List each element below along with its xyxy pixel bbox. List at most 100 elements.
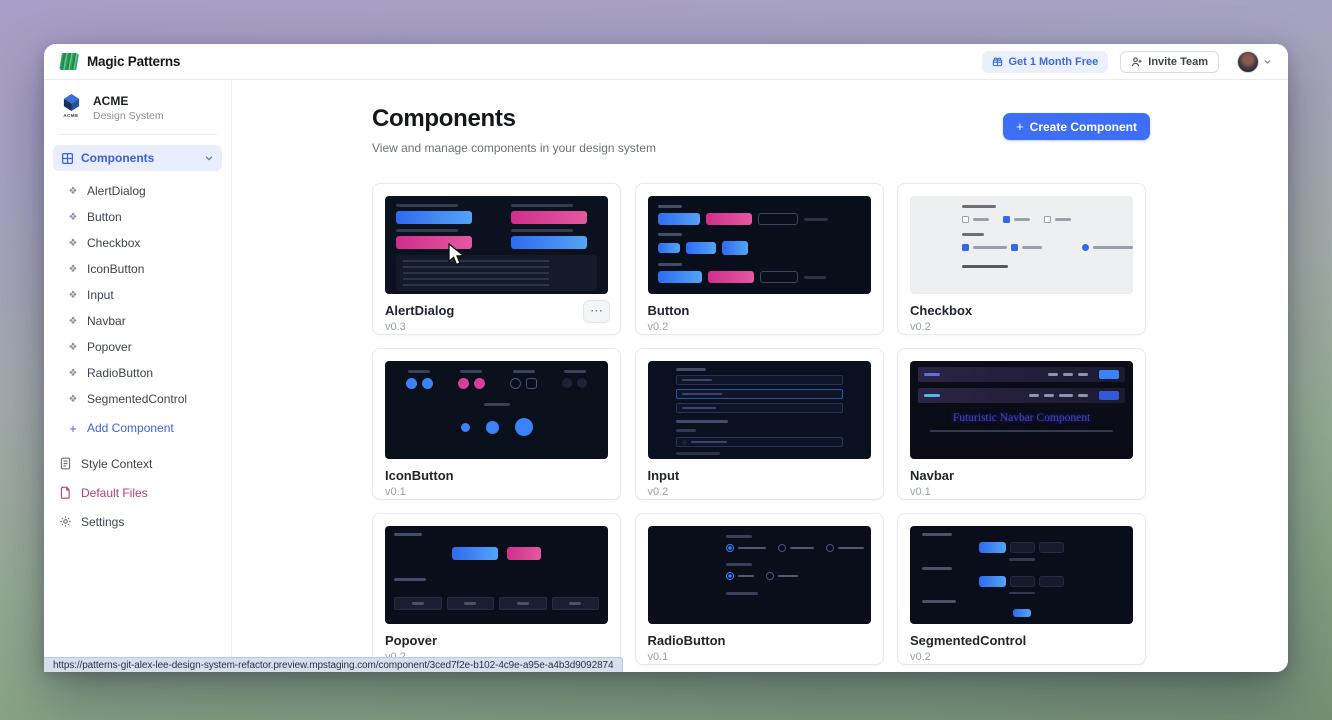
- component-thumbnail[interactable]: [648, 361, 871, 459]
- sidebar-item-segmentedcontrol[interactable]: ❖ SegmentedControl: [44, 386, 231, 412]
- sidebar-item-button[interactable]: ❖Button: [44, 204, 231, 230]
- card-version: v0.2: [910, 321, 1133, 333]
- chevron-down-icon: [1263, 57, 1272, 66]
- component-card-iconbutton[interactable]: IconButton v0.1: [372, 348, 621, 500]
- sidebar-item-alertdialog[interactable]: ❖ AlertDialog: [44, 178, 231, 204]
- page-subtitle: View and manage components in your desig…: [372, 141, 656, 155]
- component-grid: AlertDialog v0.3 ⋯: [372, 183, 1150, 665]
- grid-icon: [61, 152, 74, 165]
- account-menu[interactable]: [1237, 51, 1272, 73]
- component-card-alertdialog[interactable]: AlertDialog v0.3 ⋯: [372, 183, 621, 335]
- sidebar-item-input[interactable]: ❖Input: [44, 282, 231, 308]
- thumbnail-art: [922, 533, 1121, 617]
- card-name: Navbar: [910, 468, 1133, 483]
- sidebar-item-settings[interactable]: Settings: [44, 507, 231, 536]
- brand[interactable]: Magic Patterns: [44, 53, 232, 70]
- create-component-label: Create Component: [1030, 120, 1137, 134]
- invite-team-button[interactable]: Invite Team: [1120, 51, 1219, 73]
- sidebar-item-radiobutton[interactable]: ❖ RadioButton: [44, 360, 231, 386]
- item-label: Checkbox: [87, 236, 140, 250]
- main-panel: Components View and manage components in…: [232, 80, 1288, 672]
- component-icon: ❖: [67, 238, 79, 249]
- tool-label: Default Files: [81, 486, 148, 500]
- component-card-segmentedcontrol[interactable]: SegmentedControl v0.2: [897, 513, 1146, 665]
- sidebar: ACME ACME Design System Components ❖ Aler…: [44, 80, 232, 672]
- component-card-button[interactable]: Button v0.2: [635, 183, 884, 335]
- component-thumbnail[interactable]: [648, 526, 871, 624]
- item-label: RadioButton: [87, 366, 153, 380]
- thumbnail-headline: Futuristic Navbar Component: [918, 412, 1125, 424]
- item-label: Navbar: [87, 314, 126, 328]
- card-name: RadioButton: [648, 633, 871, 648]
- component-card-checkbox[interactable]: Checkbox v0.2: [897, 183, 1146, 335]
- sidebar-item-navbar[interactable]: ❖Navbar: [44, 308, 231, 334]
- chevron-down-icon: [204, 153, 214, 163]
- component-thumbnail[interactable]: [910, 526, 1133, 624]
- thumbnail-art: [393, 370, 600, 436]
- create-component-button[interactable]: + Create Component: [1003, 113, 1150, 140]
- card-menu-button[interactable]: ⋯: [583, 300, 610, 323]
- component-thumbnail[interactable]: [385, 361, 608, 459]
- add-component-button[interactable]: + Add Component: [44, 415, 231, 441]
- card-version: v0.2: [648, 486, 871, 498]
- item-label: Input: [87, 288, 114, 302]
- components-nav-label: Components: [81, 151, 154, 165]
- brand-name: Magic Patterns: [87, 54, 180, 69]
- link-preview-url: https://patterns-git-alex-lee-design-sys…: [53, 660, 613, 671]
- workspace-switcher[interactable]: ACME ACME Design System: [44, 93, 231, 123]
- document-icon: [59, 457, 72, 470]
- promo-label: Get 1 Month Free: [1008, 56, 1098, 68]
- topbar: Magic Patterns Get 1 Month Free Invite T…: [44, 44, 1288, 80]
- sidebar-tools: Style Context Default Files Settings: [44, 449, 231, 536]
- workspace-subtitle: Design System: [93, 110, 164, 122]
- item-label: SegmentedControl: [87, 392, 187, 406]
- thumbnail-art: Futuristic Navbar Component: [918, 367, 1125, 432]
- plus-icon: +: [1016, 119, 1024, 134]
- component-icon: ❖: [67, 186, 79, 197]
- avatar: [1237, 51, 1259, 73]
- component-thumbnail[interactable]: [910, 196, 1133, 294]
- card-version: v0.2: [648, 321, 871, 333]
- component-icon: ❖: [67, 394, 79, 405]
- sidebar-item-default-files[interactable]: Default Files: [44, 478, 231, 507]
- thumbnail-code-block: [396, 255, 597, 291]
- add-component-label: Add Component: [87, 421, 174, 435]
- sidebar-item-iconbutton[interactable]: ❖IconButton: [44, 256, 231, 282]
- card-version: v0.3: [385, 321, 608, 333]
- thumbnail-art: [962, 205, 1133, 268]
- component-card-popover[interactable]: Popover v0.2: [372, 513, 621, 665]
- component-thumbnail[interactable]: [648, 196, 871, 294]
- item-label: Button: [87, 210, 122, 224]
- thumbnail-art: [396, 204, 597, 249]
- sidebar-item-popover[interactable]: ❖Popover: [44, 334, 231, 360]
- file-icon: [59, 486, 72, 499]
- component-card-radiobutton[interactable]: RadioButton v0.1: [635, 513, 884, 665]
- sidebar-item-components[interactable]: Components: [53, 145, 222, 171]
- link-preview-statusbar: https://patterns-git-alex-lee-design-sys…: [44, 657, 623, 672]
- thumbnail-art: [676, 368, 843, 455]
- sidebar-item-checkbox[interactable]: ❖ Checkbox: [44, 230, 231, 256]
- tool-label: Style Context: [81, 457, 152, 471]
- tool-label: Settings: [81, 515, 124, 529]
- component-card-navbar[interactable]: Futuristic Navbar Component Navbar v0.1: [897, 348, 1146, 500]
- component-icon: ❖: [67, 368, 79, 379]
- component-icon: ❖: [67, 264, 79, 275]
- plus-icon: +: [67, 421, 79, 436]
- card-version: v0.1: [385, 486, 608, 498]
- gift-icon: [992, 56, 1003, 67]
- user-plus-icon: [1131, 56, 1143, 68]
- get-month-free-button[interactable]: Get 1 Month Free: [982, 51, 1108, 73]
- component-thumbnail[interactable]: [385, 196, 608, 294]
- card-name: IconButton: [385, 468, 608, 483]
- magic-patterns-logo-icon: [59, 53, 79, 70]
- item-label: Popover: [87, 340, 132, 354]
- card-name: Button: [648, 303, 871, 318]
- sidebar-item-style-context[interactable]: Style Context: [44, 449, 231, 478]
- component-thumbnail[interactable]: Futuristic Navbar Component: [910, 361, 1133, 459]
- component-list: ❖AlertDialog ❖Button ❖Checkbox ❖IconButt…: [44, 178, 231, 412]
- component-card-input[interactable]: Input v0.2: [635, 348, 884, 500]
- card-name: AlertDialog: [385, 303, 608, 318]
- component-thumbnail[interactable]: [385, 526, 608, 624]
- workspace-name: ACME: [93, 94, 164, 108]
- item-label: AlertDialog: [87, 184, 146, 198]
